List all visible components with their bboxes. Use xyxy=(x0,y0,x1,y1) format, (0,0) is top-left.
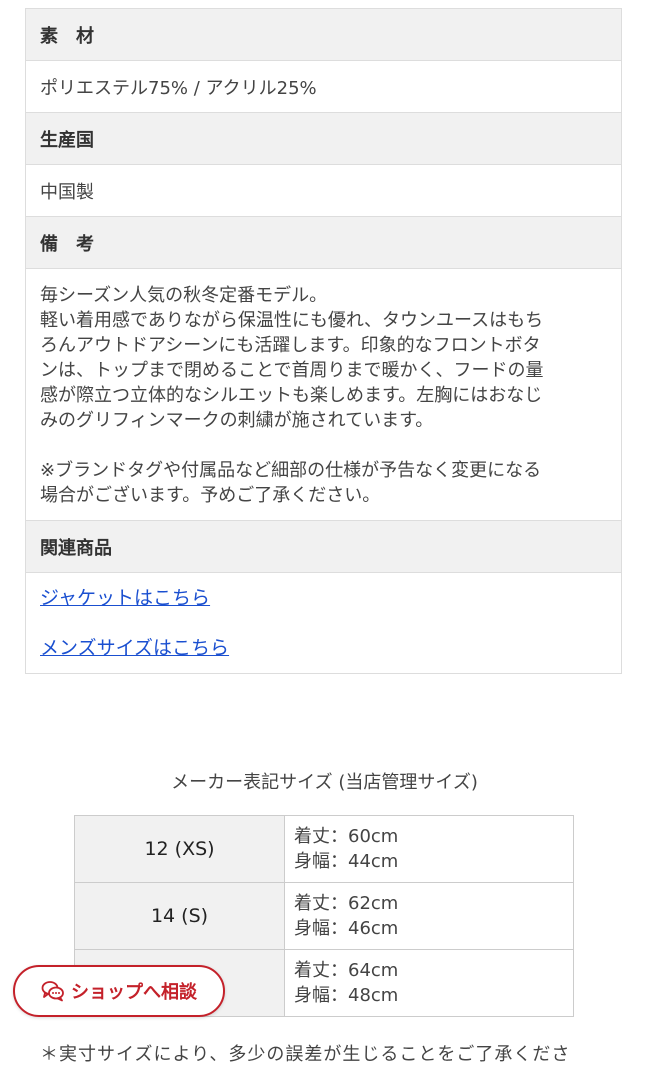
material-label: 素 材 xyxy=(40,25,94,47)
related-header: 関連商品 xyxy=(26,521,621,573)
width-value: 身幅：48cm xyxy=(294,985,399,1006)
product-spec-table: 素 材 ポリエステル75% / アクリル25% 生産国 中国製 備 考 毎シーズ… xyxy=(25,8,622,674)
notes-cell: 毎シーズン人気の秋冬定番モデル。 軽い着用感でありながら保温性にも優れ、タウンユ… xyxy=(26,269,621,521)
length-value: 着丈：60cm xyxy=(294,826,399,847)
related-cell: ジャケットはこちら メンズサイズはこちら xyxy=(26,573,621,673)
origin-label: 生産国 xyxy=(40,129,94,151)
length-value: 着丈：62cm xyxy=(294,893,399,914)
size-label: 14 (S) xyxy=(75,883,285,949)
material-header: 素 材 xyxy=(26,9,621,61)
notes-disclaimer: ※ブランドタグや付属品など細部の仕様が予告なく変更になる 場合がございます。予め… xyxy=(40,460,542,506)
mens-size-link[interactable]: メンズサイズはこちら xyxy=(40,635,607,661)
origin-value: 中国製 xyxy=(40,181,94,203)
notes-description: 毎シーズン人気の秋冬定番モデル。 軽い着用感でありながら保温性にも優れ、タウンユ… xyxy=(40,285,544,431)
related-label: 関連商品 xyxy=(40,537,112,559)
size-measurements: 着丈：64cm 身幅：48cm xyxy=(285,950,398,1016)
width-value: 身幅：46cm xyxy=(294,918,399,939)
size-label: 12 (XS) xyxy=(75,816,285,882)
consult-button-label: ショップへ相談 xyxy=(71,982,197,1003)
size-row: 12 (XS) 着丈：60cm 身幅：44cm xyxy=(75,816,573,883)
width-value: 身幅：44cm xyxy=(294,851,399,872)
notes-header: 備 考 xyxy=(26,217,621,269)
size-note: ＊実寸サイズにより、多少の誤差が生じることをご了承くださ xyxy=(40,1044,571,1065)
size-measurements: 着丈：60cm 身幅：44cm xyxy=(285,816,398,882)
chat-bubble-icon xyxy=(41,981,64,1002)
origin-header: 生産国 xyxy=(26,113,621,165)
size-chart-caption: メーカー表記サイズ (当店管理サイズ) xyxy=(171,772,478,793)
size-row: 14 (S) 着丈：62cm 身幅：46cm xyxy=(75,883,573,950)
length-value: 着丈：64cm xyxy=(294,960,399,981)
material-value: ポリエステル75% / アクリル25% xyxy=(40,77,317,99)
shop-consult-button[interactable]: ショップへ相談 xyxy=(13,965,225,1017)
material-cell: ポリエステル75% / アクリル25% xyxy=(26,61,621,113)
size-measurements: 着丈：62cm 身幅：46cm xyxy=(285,883,398,949)
notes-label: 備 考 xyxy=(40,233,94,255)
origin-cell: 中国製 xyxy=(26,165,621,217)
jacket-link[interactable]: ジャケットはこちら xyxy=(40,585,607,611)
